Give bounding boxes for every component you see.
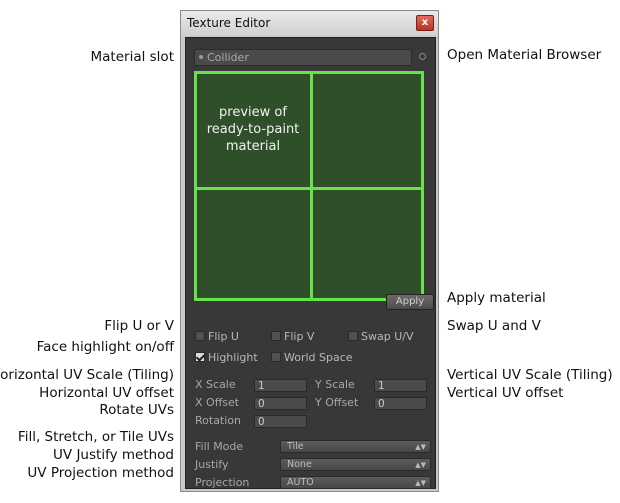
projection-label: Projection [195,476,250,489]
callout-rotate: Rotate UVs [99,402,174,418]
editor-panel: Collider preview of ready-to-paint mater… [185,37,436,489]
dropdown-arrows-icon: ▲▼ [415,479,426,487]
callout-v-offset: Vertical UV offset [447,385,564,401]
window-title: Texture Editor [187,16,271,30]
y-scale-label: Y Scale [315,378,355,391]
callout-face-highlight: Face highlight on/off [36,339,174,355]
x-scale-input[interactable]: 1 [254,379,307,392]
flip-v-checkbox[interactable] [271,331,281,341]
highlight-checkbox[interactable] [195,352,205,362]
dropdown-arrows-icon: ▲▼ [415,443,426,451]
material-slot[interactable]: Collider [194,49,412,66]
callout-fill: Fill, Stretch, or Tile UVs [17,429,174,445]
y-offset-input[interactable]: 0 [374,397,427,410]
callout-swap: Swap U and V [447,318,541,334]
world-space-label: World Space [284,351,353,364]
fill-mode-select[interactable]: Tile ▲▼ [280,440,431,453]
flip-u-label: Flip U [208,330,239,343]
x-scale-label: X Scale [195,378,236,391]
title-bar[interactable]: Texture Editor x [181,11,438,36]
swap-uv-toggle[interactable]: Swap U/V [348,330,413,344]
highlight-toggle[interactable]: Highlight [195,351,258,365]
fill-mode-label: Fill Mode [195,440,244,453]
material-preview: preview of ready-to-paint material [194,71,424,301]
preview-divider-vertical [310,74,313,298]
apply-button[interactable]: Apply [386,294,434,310]
callout-justify: UV Justify method [53,447,174,463]
callout-h-offset: Horizontal UV offset [39,385,174,401]
highlight-label: Highlight [208,351,258,364]
callout-apply: Apply material [447,290,546,306]
flip-v-label: Flip V [284,330,315,343]
swap-uv-checkbox[interactable] [348,331,358,341]
callout-browser: Open Material Browser [447,47,602,63]
preview-divider-horizontal [197,187,421,190]
y-offset-label: Y Offset [315,396,359,409]
callout-h-scale: Horizontal UV Scale (Tiling) [0,367,174,383]
flip-u-checkbox[interactable] [195,331,205,341]
dropdown-arrows-icon: ▲▼ [415,461,426,469]
close-icon: x [421,17,429,28]
rotation-label: Rotation [195,414,242,427]
rotation-input[interactable]: 0 [254,415,307,428]
justify-value: None [287,459,312,470]
world-space-checkbox[interactable] [271,352,281,362]
x-offset-input[interactable]: 0 [254,397,307,410]
flip-v-toggle[interactable]: Flip V [271,330,314,344]
world-space-toggle[interactable]: World Space [271,351,353,365]
close-button[interactable]: x [416,15,434,31]
justify-select[interactable]: None ▲▼ [280,458,431,471]
swap-uv-label: Swap U/V [361,330,414,343]
material-slot-value: Collider [207,51,249,64]
preview-caption: preview of ready-to-paint material [206,105,300,154]
fill-mode-value: Tile [287,441,304,452]
projection-value: AUTO [287,477,314,488]
callout-v-scale: Vertical UV Scale (Tiling) [447,367,613,383]
callout-flip: Flip U or V [104,318,174,334]
y-scale-input[interactable]: 1 [374,379,427,392]
justify-label: Justify [195,458,229,471]
callout-material-slot: Material slot [90,49,174,65]
open-material-browser-button[interactable] [419,53,426,60]
flip-u-toggle[interactable]: Flip U [195,330,239,344]
x-offset-label: X Offset [195,396,240,409]
texture-editor-window: Texture Editor x Collider preview of rea… [180,10,439,492]
projection-select[interactable]: AUTO ▲▼ [280,476,431,489]
callout-projection: UV Projection method [27,465,174,481]
material-dot-icon [199,55,203,59]
